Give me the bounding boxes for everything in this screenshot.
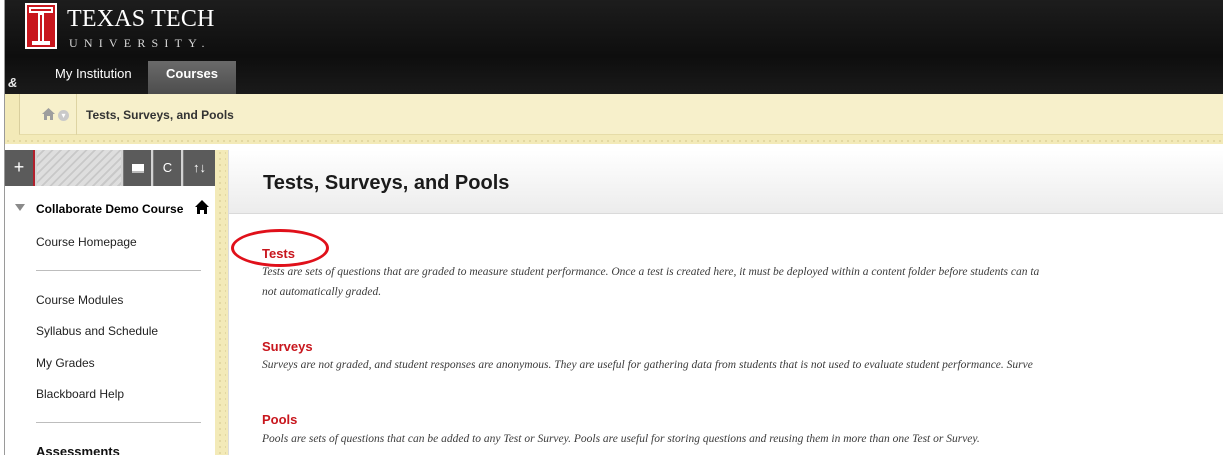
pools-link[interactable]: Pools bbox=[262, 412, 297, 427]
tests-description-line2: not automatically graded. bbox=[262, 286, 382, 298]
add-menu-item-button[interactable]: + bbox=[5, 150, 35, 186]
course-title-row[interactable]: Collaborate Demo Course bbox=[5, 200, 215, 222]
home-icon[interactable] bbox=[195, 200, 209, 214]
tab-courses[interactable]: Courses bbox=[148, 61, 236, 94]
collapse-arrow-icon[interactable] bbox=[15, 204, 25, 211]
top-header: TEXAS TECH UNIVERSITY. & My Institution … bbox=[5, 0, 1223, 94]
toolbar-spacer bbox=[37, 150, 121, 186]
breadcrumb-band: ▾ Tests, Surveys, and Pools bbox=[5, 94, 1223, 144]
menu-divider bbox=[36, 270, 201, 271]
pools-description: Pools are sets of questions that can be … bbox=[262, 433, 980, 445]
home-icon[interactable] bbox=[42, 108, 55, 120]
menu-heading-assessments[interactable]: Assessments bbox=[36, 444, 120, 455]
page-title: Tests, Surveys, and Pools bbox=[263, 172, 510, 194]
refresh-button[interactable]: C bbox=[153, 150, 181, 186]
decorative-dots bbox=[217, 150, 226, 455]
tools-icon[interactable]: & bbox=[8, 75, 17, 90]
chevron-down-icon[interactable]: ▾ bbox=[58, 110, 69, 121]
menu-item-blackboard-help[interactable]: Blackboard Help bbox=[36, 387, 124, 401]
breadcrumb: ▾ Tests, Surveys, and Pools bbox=[19, 94, 1223, 135]
menu-item-course-homepage[interactable]: Course Homepage bbox=[36, 235, 137, 249]
page-title-bar: Tests, Surveys, and Pools bbox=[229, 150, 1223, 214]
surveys-description: Surveys are not graded, and student resp… bbox=[262, 359, 1033, 371]
logo-wordmark: TEXAS TECH bbox=[67, 6, 215, 32]
menu-item-my-grades[interactable]: My Grades bbox=[36, 356, 95, 370]
decorative-dots bbox=[5, 138, 1223, 144]
menu-toolbar: + C ↑↓ bbox=[5, 150, 215, 186]
course-menu: + C ↑↓ Collaborate Demo Course Course Ho… bbox=[5, 150, 215, 455]
tab-my-institution[interactable]: My Institution bbox=[45, 61, 142, 94]
tests-link[interactable]: Tests bbox=[262, 246, 295, 261]
window-icon bbox=[131, 164, 144, 174]
display-in-window-button[interactable] bbox=[123, 150, 151, 186]
menu-item-syllabus[interactable]: Syllabus and Schedule bbox=[36, 324, 158, 338]
course-title[interactable]: Collaborate Demo Course bbox=[36, 202, 183, 216]
main-content: Tests, Surveys, and Pools Tests Tests ar… bbox=[228, 150, 1223, 455]
surveys-link[interactable]: Surveys bbox=[262, 339, 313, 354]
menu-item-course-modules[interactable]: Course Modules bbox=[36, 293, 123, 307]
breadcrumb-divider bbox=[76, 94, 77, 135]
double-t-logo-icon bbox=[25, 3, 57, 49]
menu-divider bbox=[36, 422, 201, 423]
menu-divider-strip bbox=[215, 150, 228, 455]
app-window: TEXAS TECH UNIVERSITY. & My Institution … bbox=[4, 0, 1223, 455]
tests-description: Tests are sets of questions that are gra… bbox=[262, 266, 1040, 278]
reorder-button[interactable]: ↑↓ bbox=[183, 150, 215, 186]
breadcrumb-current: Tests, Surveys, and Pools bbox=[86, 108, 234, 122]
logo-subtitle: UNIVERSITY. bbox=[69, 36, 211, 50]
